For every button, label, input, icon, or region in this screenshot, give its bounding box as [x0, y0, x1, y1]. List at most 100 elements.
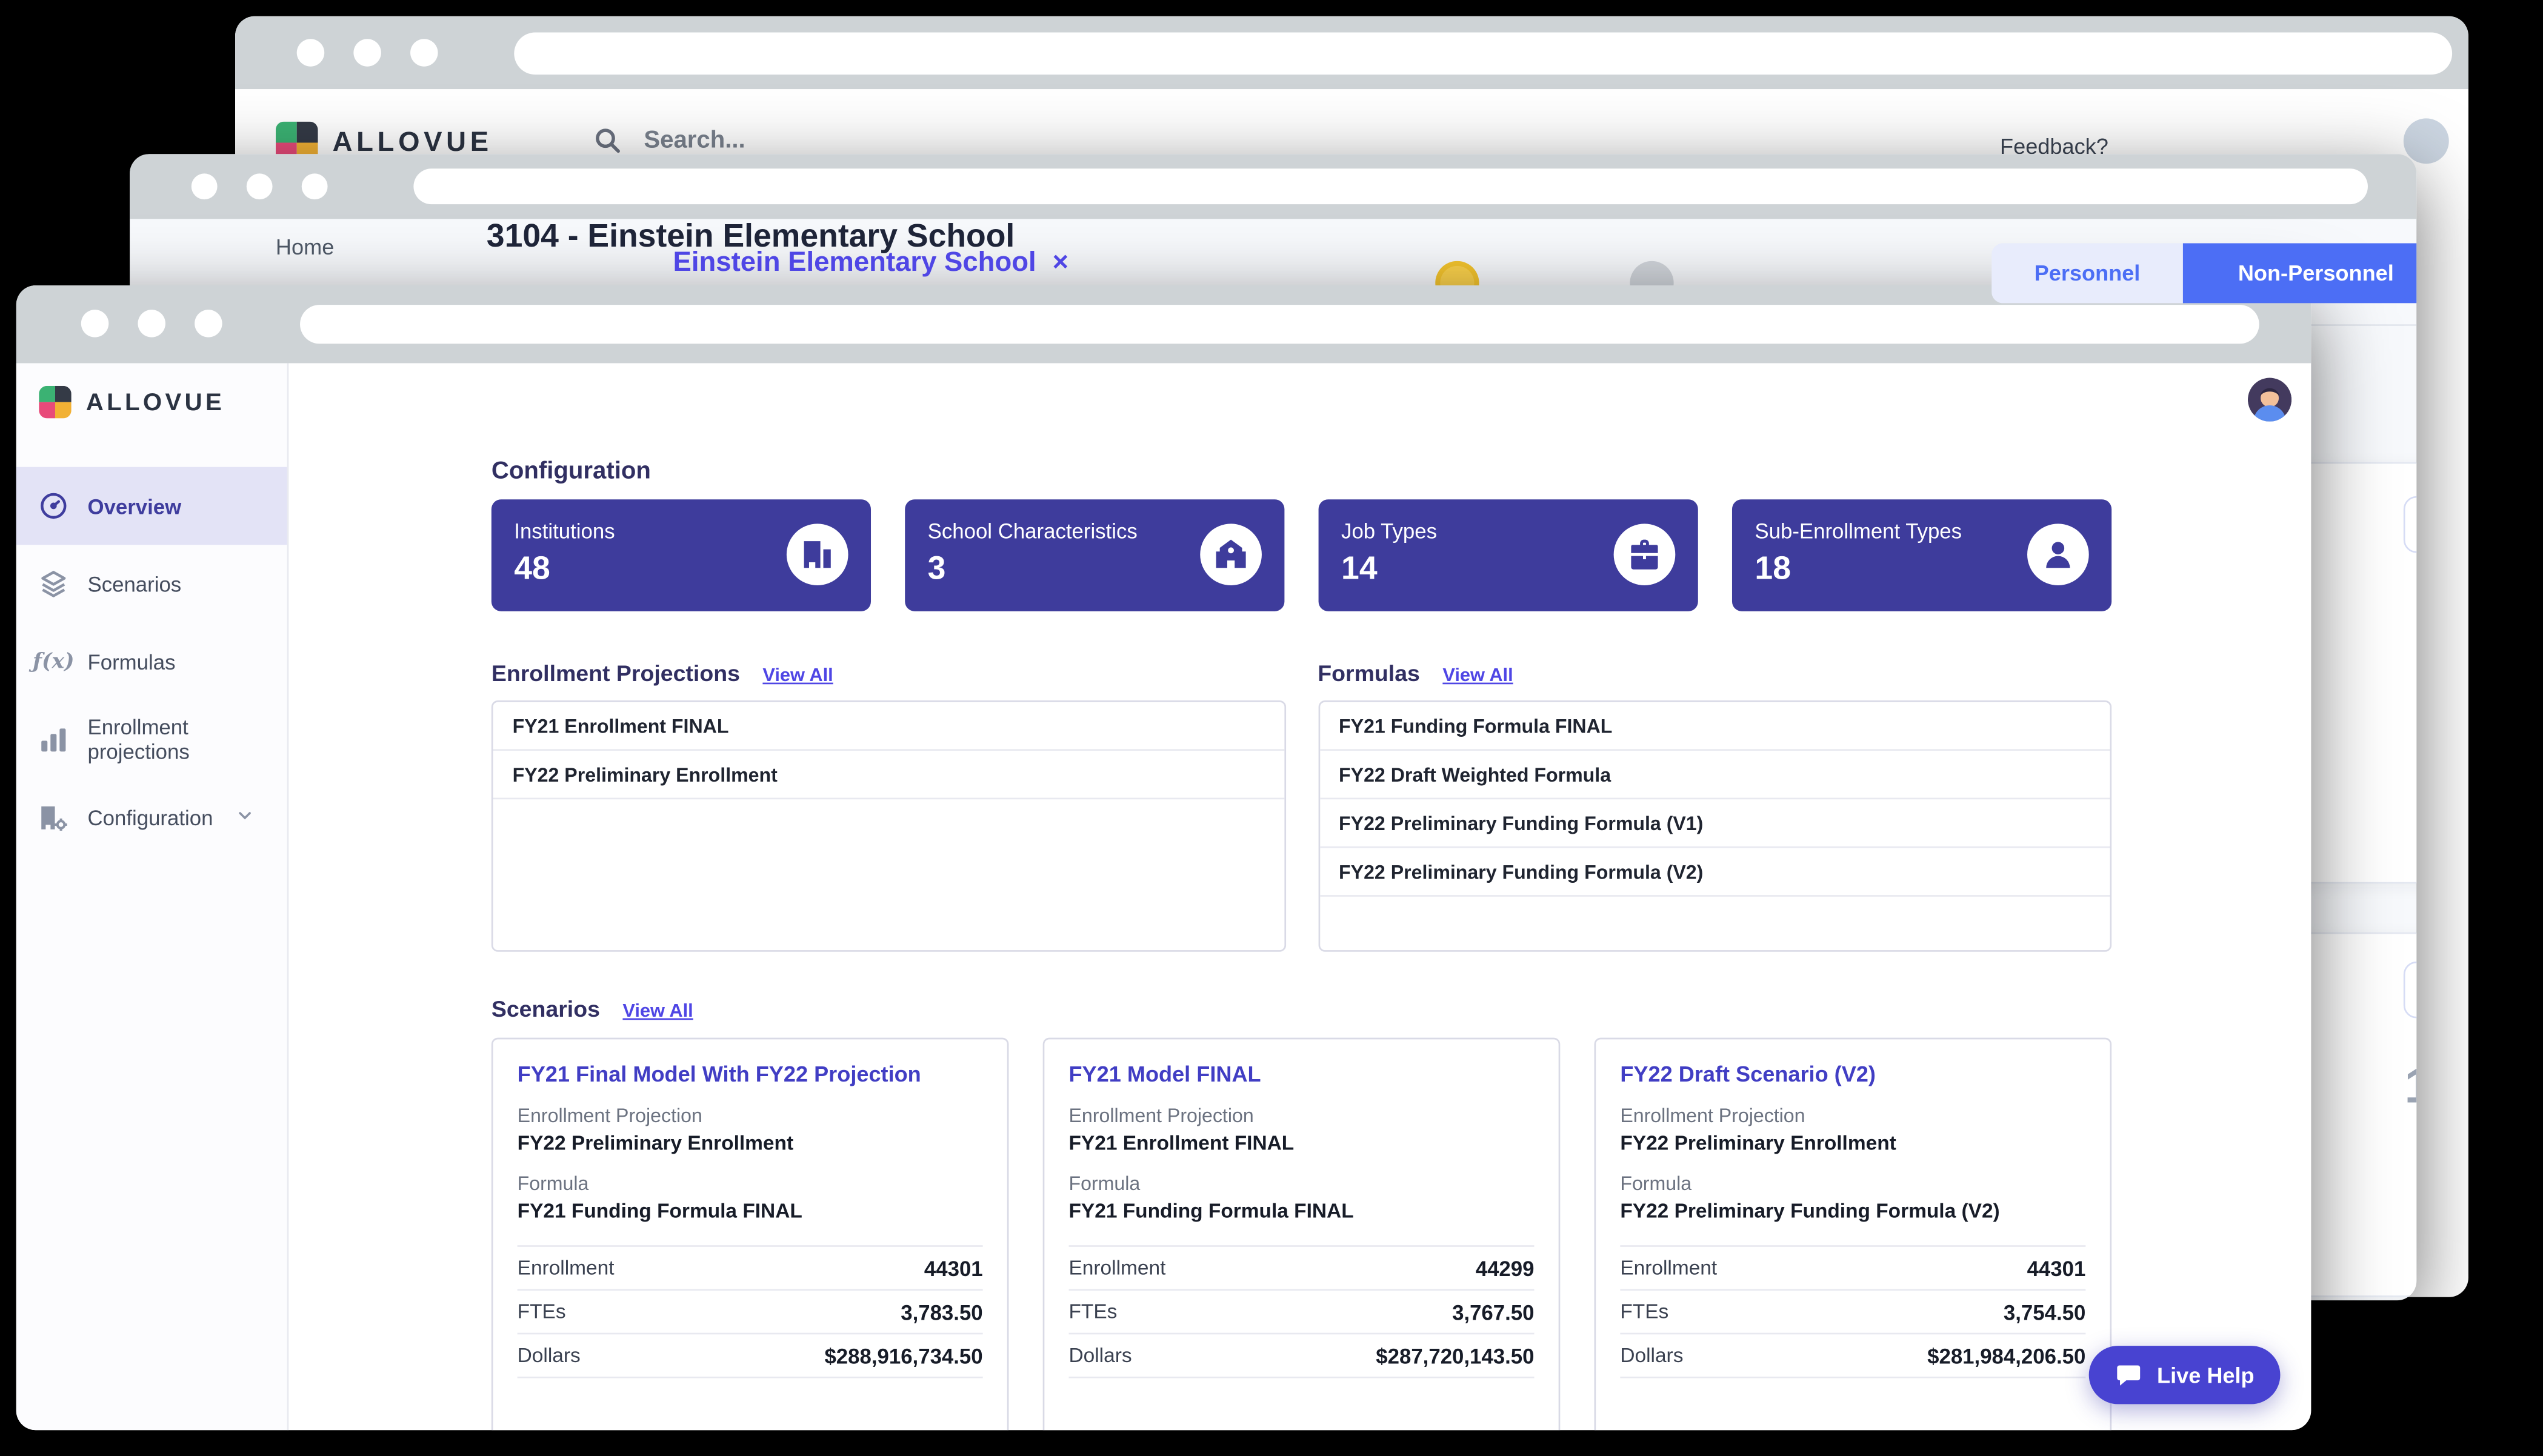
stat-value: 44301: [924, 1256, 983, 1280]
search-placeholder-text: Search...: [644, 127, 745, 154]
search-icon: [592, 125, 623, 156]
view-all-link[interactable]: View All: [622, 1002, 693, 1022]
scenario-title: FY21 Model FINAL: [1068, 1062, 1534, 1086]
stat-label: Enrollment: [1620, 1257, 1717, 1279]
tab-personnel[interactable]: Personnel: [1991, 243, 2183, 303]
enrollment-projections-list: FY21 Enrollment FINAL FY22 Preliminary E…: [492, 700, 1285, 952]
institutions-card[interactable]: Institutions 48: [492, 499, 871, 611]
school-characteristics-card[interactable]: School Characteristics 3: [905, 499, 1284, 611]
sidebar-item-enrollment-projections[interactable]: Enrollment projections: [16, 700, 287, 778]
projection-label: Enrollment Projection: [518, 1104, 983, 1126]
front-window-titlebar: [16, 285, 2311, 363]
stat-label: Enrollment: [1068, 1257, 1165, 1279]
front-browser-window: ALLOVUE Overview: [16, 285, 2311, 1430]
sidebar-item-formulas[interactable]: ƒ(x) Formulas: [16, 623, 287, 700]
list-item[interactable]: FY22 Preliminary Enrollment: [493, 751, 1284, 799]
scenarios-heading: Scenarios: [492, 996, 600, 1022]
main-content: Configuration Institutions 48: [288, 363, 2311, 1430]
sidebar-item-label: Overview: [88, 494, 182, 518]
configuration-heading: Configuration: [492, 457, 2111, 485]
address-bar[interactable]: [300, 305, 2259, 344]
view-all-link[interactable]: View All: [1442, 667, 1513, 686]
stat-value: 3,754.50: [2004, 1300, 2085, 1324]
scenario-title: FY22 Draft Scenario (V2): [1620, 1062, 2085, 1086]
stat-label: Dollars: [518, 1344, 581, 1366]
stat-value: $281,984,206.50: [1927, 1343, 2085, 1368]
list-item[interactable]: FY22 Draft Weighted Formula: [1319, 751, 2110, 799]
list-item[interactable]: FY21 Enrollment FINAL: [493, 702, 1284, 751]
allovue-logo: ALLOVUE: [16, 363, 287, 418]
search-input[interactable]: Search...: [592, 125, 745, 156]
projection-value: FY22 Preliminary Enrollment: [518, 1132, 983, 1154]
scenario-card[interactable]: FY22 Draft Scenario (V2) Enrollment Proj…: [1595, 1038, 2112, 1431]
stat-row: Enrollment 44301: [518, 1247, 983, 1291]
enrollment-projections-heading: Enrollment Projections: [492, 660, 740, 686]
projection-label: Enrollment Projection: [1620, 1104, 2085, 1126]
stat-value: 44299: [1476, 1256, 1535, 1280]
address-bar[interactable]: [514, 33, 2452, 75]
minimize-window-button[interactable]: [247, 173, 273, 199]
sidebar-item-scenarios[interactable]: Scenarios: [16, 545, 287, 622]
formulas-list: FY21 Funding Formula FINAL FY22 Draft We…: [1318, 700, 2111, 952]
building-gear-icon: [36, 799, 72, 835]
stat-row: Dollars $288,916,734.50: [518, 1334, 983, 1378]
sidebar-item-label: Scenarios: [88, 571, 182, 596]
list-item[interactable]: FY22 Preliminary Funding Formula (V1): [1319, 799, 2110, 848]
breadcrumb-home[interactable]: Home: [276, 235, 334, 259]
address-bar[interactable]: [413, 168, 2368, 204]
view-all-link[interactable]: View All: [762, 667, 833, 686]
user-avatar[interactable]: [2248, 378, 2291, 422]
projection-label: Enrollment Projection: [1068, 1104, 1534, 1126]
projection-value: FY21 Enrollment FINAL: [1068, 1132, 1534, 1154]
stat-label: Dollars: [1620, 1344, 1683, 1366]
stat-row: Enrollment 44301: [1620, 1247, 2085, 1291]
stat-row: Dollars $281,984,206.50: [1620, 1334, 2085, 1378]
maximize-window-button[interactable]: [302, 173, 328, 199]
minimize-window-button[interactable]: [138, 310, 165, 337]
scenario-card[interactable]: FY21 Final Model With FY22 Projection En…: [492, 1038, 1009, 1431]
scenario-card[interactable]: FY21 Model FINAL Enrollment Projection F…: [1043, 1038, 1561, 1431]
view-button[interactable]: View: [2404, 496, 2416, 553]
close-window-button[interactable]: [81, 310, 108, 337]
enrollment-projections-section: Enrollment Projections View All FY21 Enr…: [492, 660, 1285, 952]
view-button[interactable]: View: [2404, 962, 2416, 1019]
stat-row: FTEs 3,783.50: [518, 1291, 983, 1334]
minimize-window-button[interactable]: [353, 39, 381, 66]
close-window-button[interactable]: [192, 173, 218, 199]
sidebar-item-label: Configuration: [88, 805, 213, 829]
live-help-button[interactable]: Live Help: [2089, 1346, 2281, 1404]
page-title: 3104 - Einstein Elementary School: [487, 219, 1015, 256]
sidebar-item-overview[interactable]: Overview: [16, 467, 287, 545]
formula-label: Formula: [518, 1172, 983, 1195]
sidebar-nav: Overview Scenarios ƒ(x) Formulas: [16, 467, 287, 856]
sidebar-item-label: Formulas: [88, 650, 176, 674]
stat-label: FTEs: [518, 1300, 566, 1323]
projection-value: FY22 Preliminary Enrollment: [1620, 1132, 2085, 1154]
job-types-card[interactable]: Job Types 14: [1319, 499, 1698, 611]
close-tab-icon[interactable]: ×: [1052, 247, 1068, 278]
main-header: [288, 363, 2311, 437]
list-item[interactable]: FY21 Funding Formula FINAL: [1319, 702, 2110, 751]
desktop-background: ALLOVUE Search... Feedback? Home Einstei: [0, 0, 2543, 1456]
stat-value: $288,916,734.50: [824, 1343, 982, 1368]
formulas-heading: Formulas: [1318, 660, 1420, 686]
stat-row: Enrollment 44299: [1068, 1247, 1534, 1291]
tab-non-personnel[interactable]: Non-Personnel: [2183, 243, 2416, 303]
bar-chart-icon: [36, 722, 72, 757]
formula-value: FY21 Funding Formula FINAL: [518, 1200, 983, 1222]
maximize-window-button[interactable]: [410, 39, 438, 66]
sidebar-item-configuration[interactable]: Configuration: [16, 778, 287, 856]
configuration-cards: Institutions 48 School Characteristics 3: [492, 499, 2111, 611]
close-window-button[interactable]: [297, 39, 324, 66]
formula-label: Formula: [1068, 1172, 1534, 1195]
maximize-window-button[interactable]: [195, 310, 222, 337]
stat-value: $287,720,143.50: [1376, 1343, 1534, 1368]
allovue-logo-icon: [39, 386, 72, 419]
list-item[interactable]: FY22 Preliminary Funding Formula (V2): [1319, 848, 2110, 897]
stat-value: 44301: [2027, 1256, 2086, 1280]
stat-row: FTEs 3,767.50: [1068, 1291, 1534, 1334]
middle-window-titlebar: [130, 154, 2416, 219]
briefcase-icon: [1614, 524, 1676, 585]
fx-icon: ƒ(x): [36, 643, 72, 679]
sub-enrollment-types-card[interactable]: Sub-Enrollment Types 18: [1732, 499, 2111, 611]
